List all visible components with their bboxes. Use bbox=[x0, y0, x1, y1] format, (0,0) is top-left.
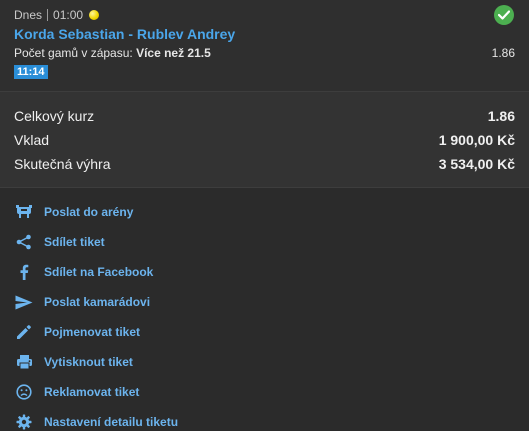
sad-face-icon bbox=[14, 382, 34, 402]
bet-day: Dnes bbox=[14, 8, 43, 22]
print-ticket-button[interactable]: Vytisknout tiket bbox=[0, 347, 529, 377]
complaint-ticket-button[interactable]: Reklamovat tiket bbox=[0, 377, 529, 407]
total-odds-value: 1.86 bbox=[487, 108, 515, 124]
rename-ticket-label: Pojmenovat tiket bbox=[44, 325, 141, 339]
market-row: Počet gamů v zápasu: Více než 21.5 1.86 bbox=[14, 46, 515, 62]
tennis-ball-icon bbox=[89, 10, 100, 20]
share-facebook-button[interactable]: Sdílet na Facebook bbox=[0, 257, 529, 287]
bet-meta: Dnes 01:00 bbox=[14, 7, 515, 23]
bet-card: Dnes 01:00 Korda Sebastian - Rublev Andr… bbox=[0, 0, 529, 92]
send-to-friend-button[interactable]: Poslat kamarádovi bbox=[0, 287, 529, 317]
printer-icon bbox=[14, 352, 34, 372]
share-ticket-label: Sdílet tiket bbox=[44, 235, 105, 249]
bet-odd: 1.86 bbox=[491, 46, 515, 60]
facebook-icon bbox=[14, 262, 34, 282]
rename-ticket-button[interactable]: Pojmenovat tiket bbox=[0, 317, 529, 347]
arena-icon bbox=[14, 202, 34, 222]
stake-row: Vklad 1 900,00 Kč bbox=[14, 132, 515, 156]
market-pick: Více než 21.5 bbox=[136, 46, 211, 60]
share-ticket-button[interactable]: Sdílet tiket bbox=[0, 227, 529, 257]
print-ticket-label: Vytisknout tiket bbox=[44, 355, 133, 369]
market-label: Počet gamů v zápasu: bbox=[14, 46, 137, 60]
ticket-detail-settings-label: Nastavení detailu tiketu bbox=[44, 415, 179, 429]
send-icon bbox=[14, 292, 34, 312]
share-facebook-label: Sdílet na Facebook bbox=[44, 265, 154, 279]
share-icon bbox=[14, 232, 34, 252]
complaint-ticket-label: Reklamovat tiket bbox=[44, 385, 140, 399]
send-to-arena-label: Poslat do arény bbox=[44, 205, 134, 219]
match-link[interactable]: Korda Sebastian - Rublev Andrey bbox=[14, 26, 515, 44]
ticket-actions: Poslat do arény Sdílet tiket Sdílet na F… bbox=[0, 188, 529, 431]
send-to-arena-button[interactable]: Poslat do arény bbox=[0, 197, 529, 227]
market-text: Počet gamů v zápasu: Více než 21.5 bbox=[14, 46, 211, 62]
meta-divider bbox=[47, 9, 49, 21]
win-value: 3 534,00 Kč bbox=[438, 156, 515, 172]
ticket-detail-settings-button[interactable]: Nastavení detailu tiketu bbox=[0, 407, 529, 431]
stake-label: Vklad bbox=[14, 132, 50, 148]
check-icon bbox=[494, 5, 514, 25]
send-to-friend-label: Poslat kamarádovi bbox=[44, 295, 151, 309]
live-time-badge: 11:14 bbox=[14, 65, 48, 79]
pencil-icon bbox=[14, 322, 34, 342]
win-label: Skutečná výhra bbox=[14, 156, 111, 172]
bet-time: 01:00 bbox=[53, 8, 84, 22]
total-odds-label: Celkový kurz bbox=[14, 108, 95, 124]
stake-value: 1 900,00 Kč bbox=[438, 132, 515, 148]
win-row: Skutečná výhra 3 534,00 Kč bbox=[14, 156, 515, 180]
gear-icon bbox=[14, 412, 34, 431]
ticket-summary: Celkový kurz 1.86 Vklad 1 900,00 Kč Skut… bbox=[0, 92, 529, 188]
total-odds-row: Celkový kurz 1.86 bbox=[14, 108, 515, 132]
